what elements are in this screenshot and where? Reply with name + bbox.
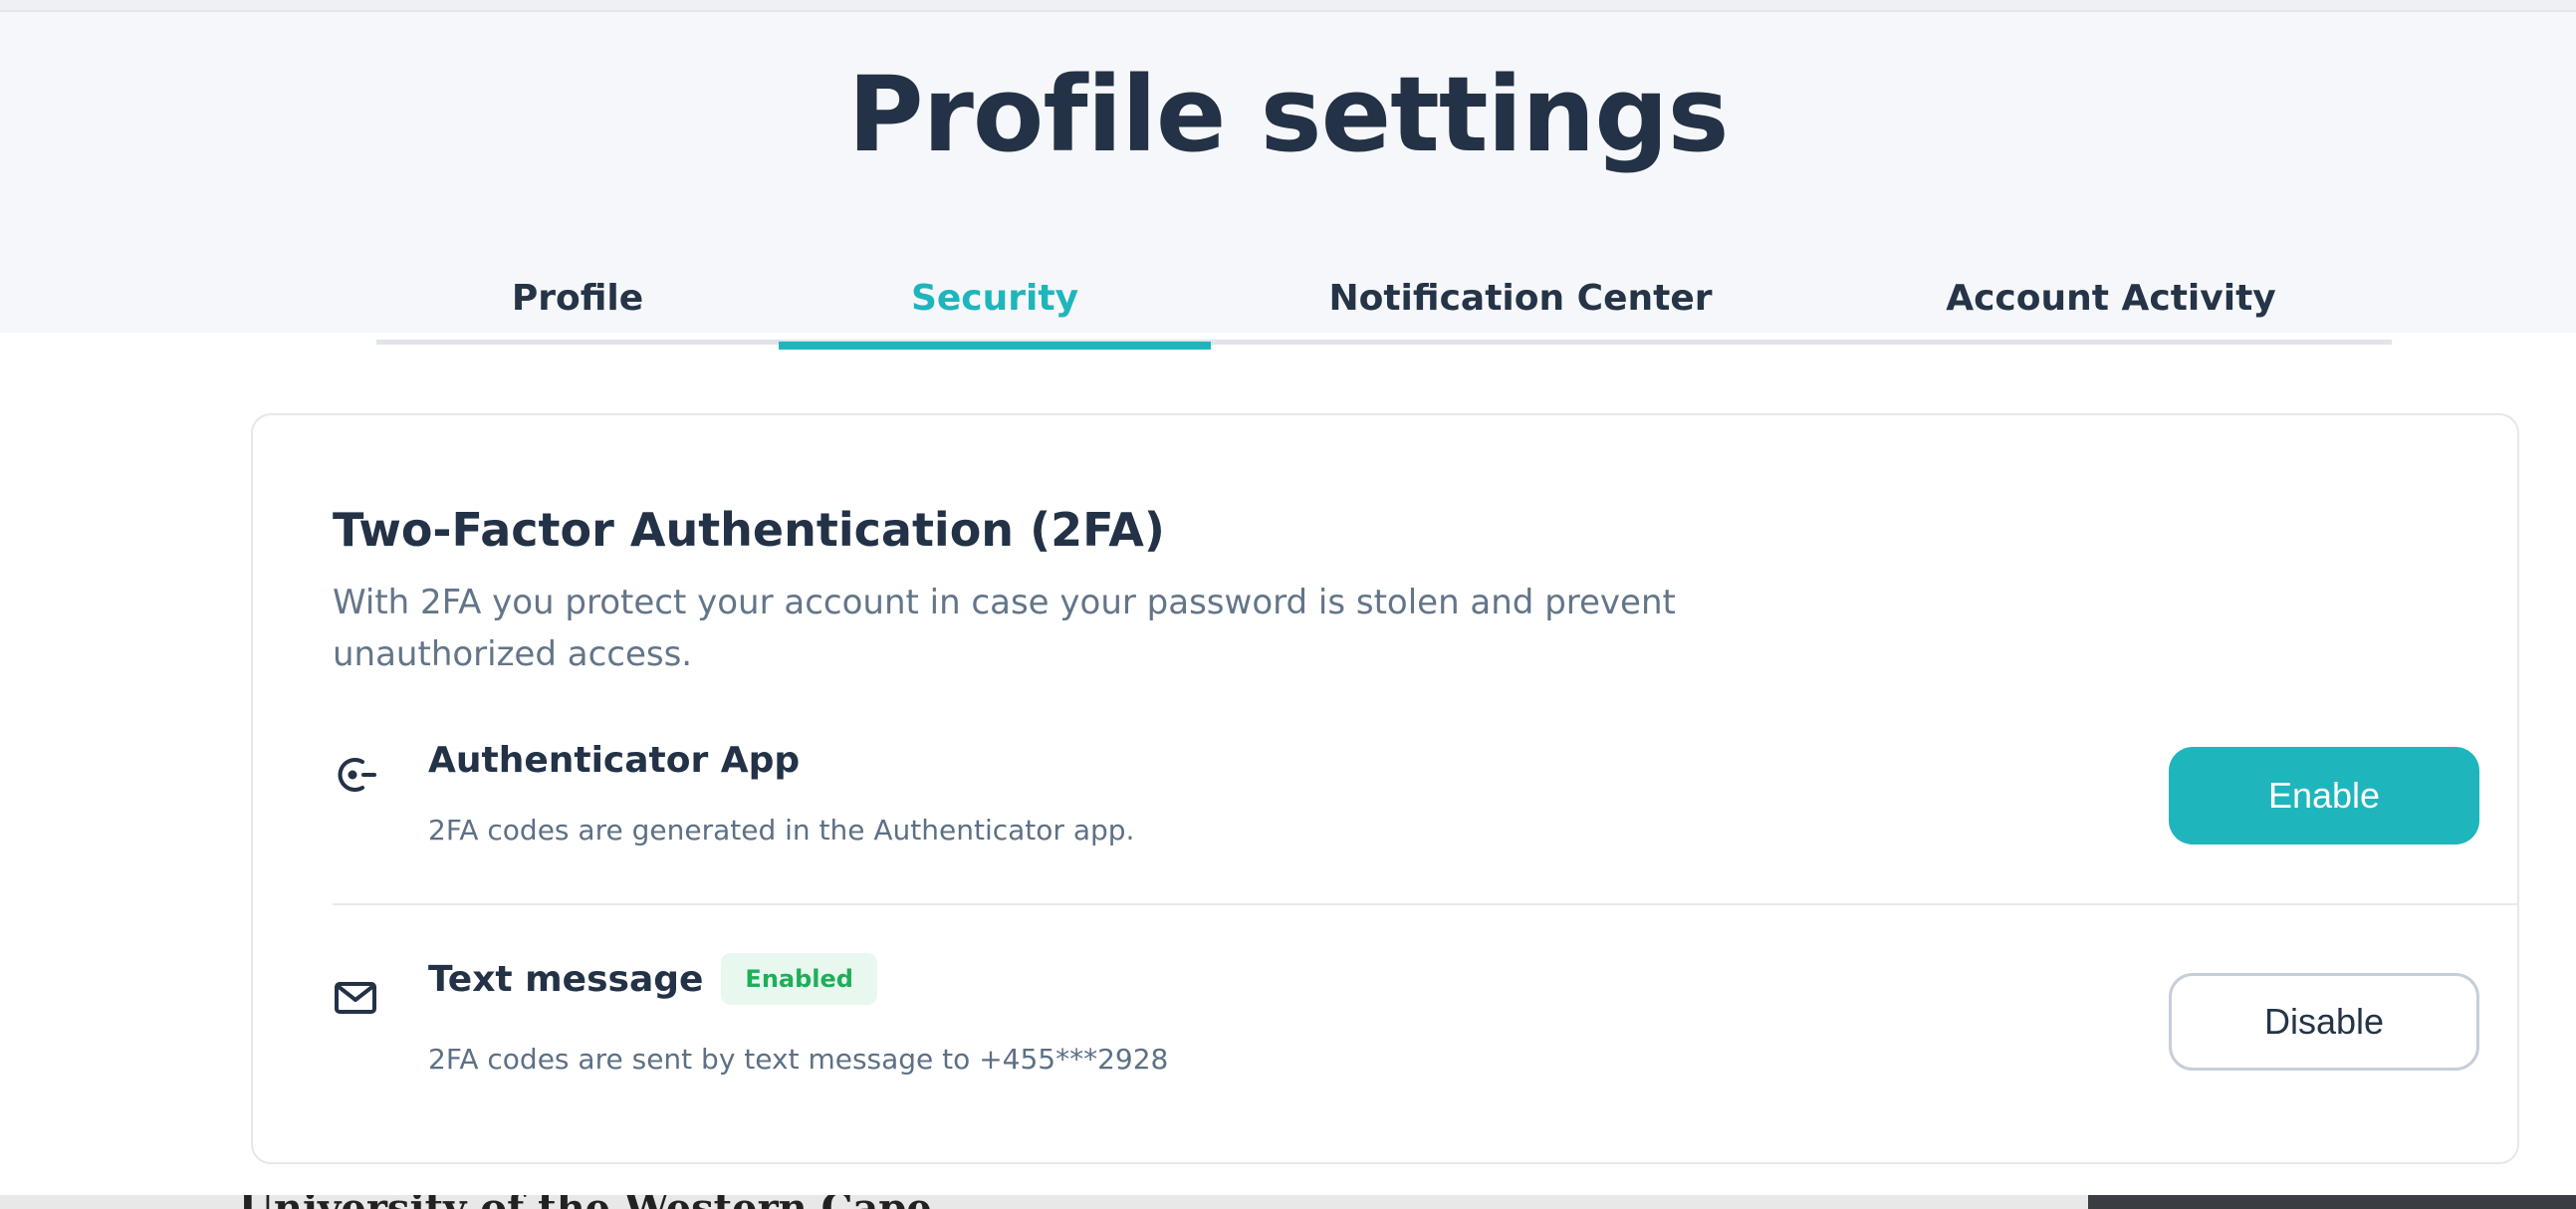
two-factor-title: Two-Factor Authentication (2FA) — [333, 503, 1165, 557]
enable-button[interactable]: Enable — [2169, 747, 2479, 845]
enabled-badge: Enabled — [721, 953, 877, 1005]
dark-image-edge — [2088, 1195, 2576, 1209]
tab-account-activity[interactable]: Account Activity — [1830, 251, 2392, 345]
method-description: 2FA codes are generated in the Authentic… — [428, 814, 1135, 846]
tab-notification-center[interactable]: Notification Center — [1211, 251, 1830, 345]
disable-button[interactable]: Disable — [2169, 973, 2479, 1071]
tab-profile[interactable]: Profile — [376, 251, 779, 345]
mail-icon — [333, 975, 378, 1021]
partial-footer-text: University of the Western Cape — [239, 1195, 932, 1209]
method-name: Text message Enabled — [428, 953, 877, 1005]
method-name: Authenticator App — [428, 740, 801, 781]
bottom-page-strip: University of the Western Cape — [0, 1195, 2576, 1209]
method-name-text: Text message — [428, 958, 704, 1000]
page-header: Profile settings Profile Security Notifi… — [0, 12, 2576, 350]
method-description: 2FA codes are sent by text message to +4… — [428, 1043, 1169, 1076]
page-title: Profile settings — [847, 54, 1729, 175]
tab-security[interactable]: Security — [779, 251, 1211, 350]
authenticator-icon — [333, 752, 378, 798]
two-factor-description: With 2FA you protect your account in cas… — [333, 583, 1676, 674]
settings-tabs: Profile Security Notification Center Acc… — [376, 251, 2392, 350]
method-divider — [333, 903, 2519, 905]
two-factor-card: Two-Factor Authentication (2FA) With 2FA… — [251, 413, 2519, 1164]
browser-top-edge — [0, 0, 2576, 12]
